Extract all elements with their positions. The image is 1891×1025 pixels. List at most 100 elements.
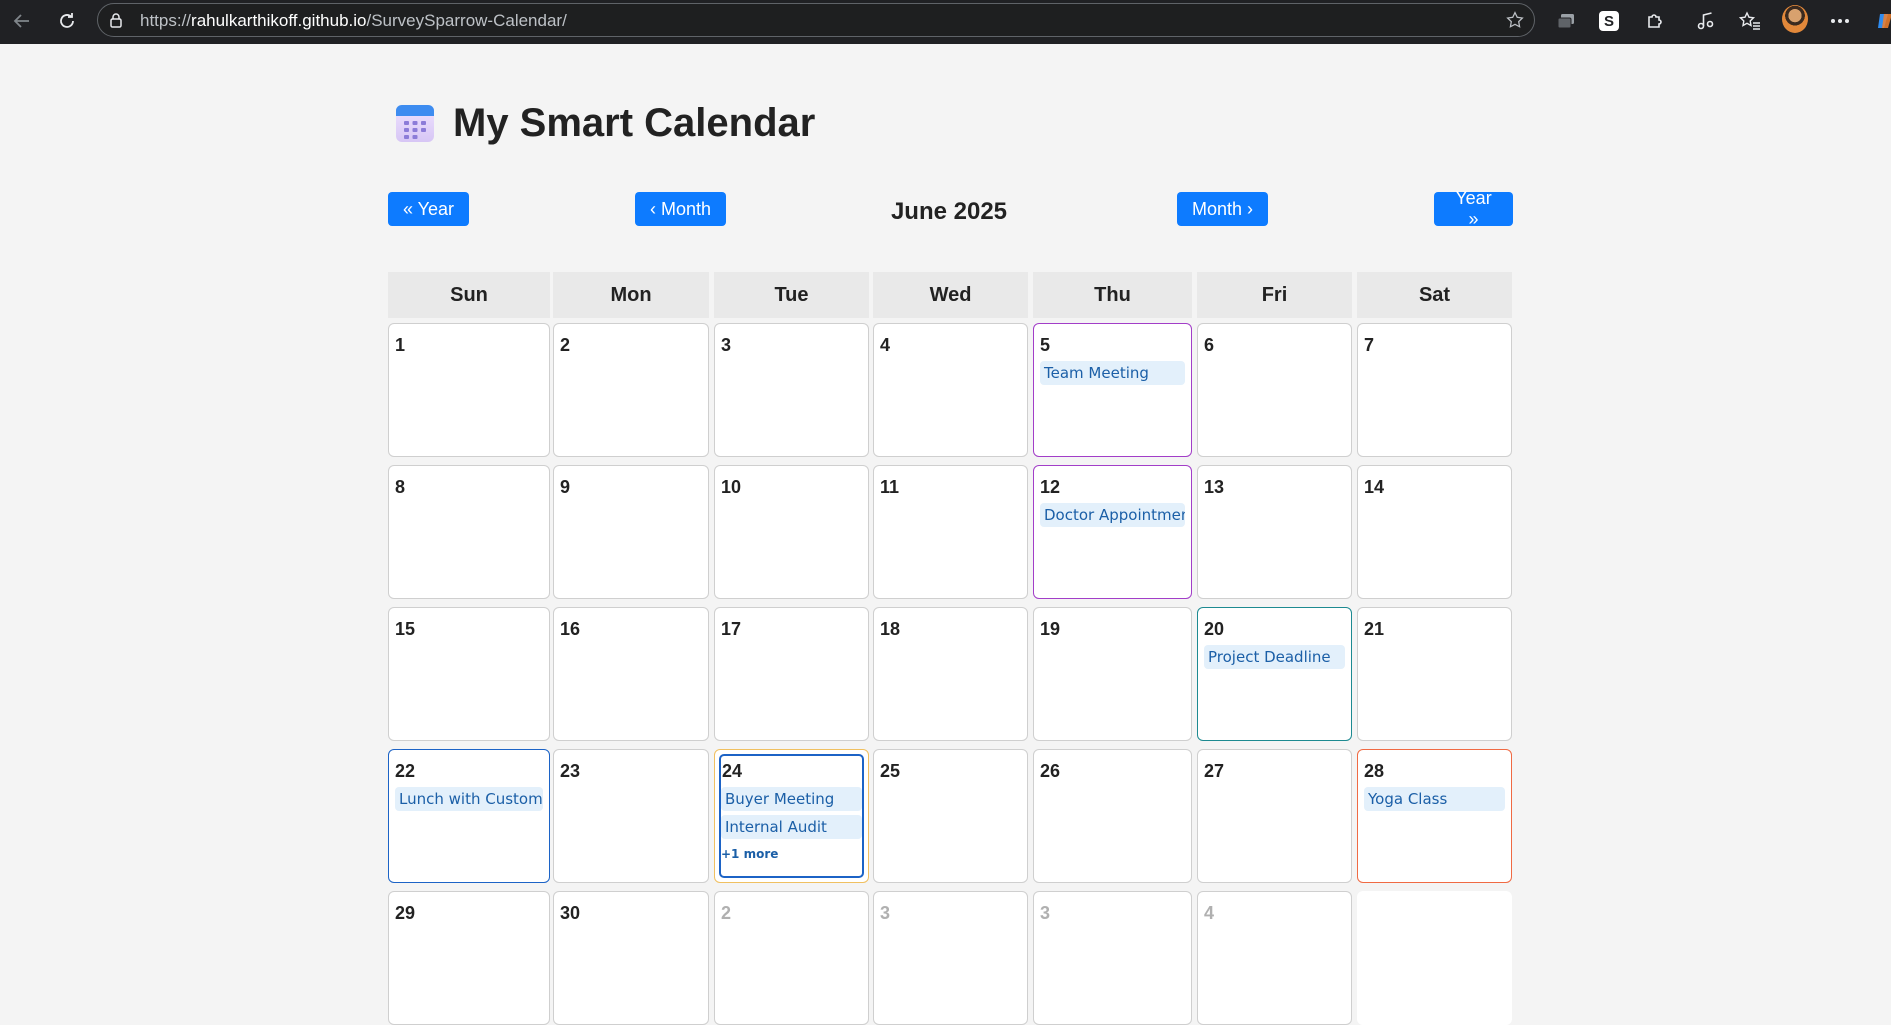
day-number: 8 xyxy=(395,477,406,497)
weekday-header-tue: Tue xyxy=(714,272,869,318)
day-cell[interactable]: 27 xyxy=(1197,749,1352,883)
day-number: 11 xyxy=(880,477,900,497)
day-number: 1 xyxy=(395,335,406,355)
day-cell[interactable]: 10 xyxy=(714,465,869,599)
page-title: My Smart Calendar xyxy=(453,100,816,145)
event-chip[interactable]: Buyer Meeting xyxy=(721,787,862,811)
day-cell[interactable]: 1 xyxy=(388,323,550,457)
extensions-puzzle-icon[interactable] xyxy=(1642,8,1668,34)
extension-s-label: S xyxy=(1599,11,1619,31)
next-year-button[interactable]: Year » xyxy=(1434,188,1513,229)
day-number: 10 xyxy=(721,477,742,497)
current-month-label: June 2025 xyxy=(890,198,1008,225)
weekday-header-sun: Sun xyxy=(388,272,550,318)
day-cell[interactable]: 8 xyxy=(388,465,550,599)
more-events-link[interactable]: +1 more xyxy=(721,847,778,861)
event-chip[interactable]: Yoga Class xyxy=(1364,787,1505,811)
day-cell-other-month[interactable]: 3 xyxy=(873,891,1028,1025)
day-number: 4 xyxy=(1204,903,1215,923)
day-cell-other-month[interactable]: 4 xyxy=(1197,891,1352,1025)
day-cell[interactable]: 29 xyxy=(388,891,550,1025)
day-number: 16 xyxy=(560,619,581,639)
day-cell[interactable]: 18 xyxy=(873,607,1028,741)
day-number: 24 xyxy=(722,761,743,781)
day-cell[interactable]: 26 xyxy=(1033,749,1192,883)
event-chip[interactable]: Team Meeting xyxy=(1040,361,1185,385)
day-number: 22 xyxy=(395,761,416,781)
day-number: 18 xyxy=(880,619,901,639)
day-cell[interactable]: 14 xyxy=(1357,465,1512,599)
back-icon[interactable] xyxy=(9,8,35,34)
event-chip[interactable]: Project Deadline xyxy=(1204,645,1345,669)
day-cell[interactable]: 22 Lunch with Customer xyxy=(388,749,550,883)
day-cell[interactable]: 30 xyxy=(553,891,709,1025)
browser-toolbar: https://rahulkarthikoff.github.io/Survey… xyxy=(0,0,1891,44)
more-menu-icon[interactable] xyxy=(1827,8,1853,34)
day-cell[interactable]: 2 xyxy=(553,323,709,457)
day-number: 3 xyxy=(1040,903,1051,923)
day-number: 5 xyxy=(1040,335,1051,355)
day-number: 25 xyxy=(880,761,901,781)
url-path: /SurveySparrow-Calendar/ xyxy=(366,11,567,30)
page-viewport: My Smart Calendar « Year ‹ Month June 20… xyxy=(3,44,1891,1025)
calendar-icon xyxy=(395,102,435,144)
day-cell[interactable]: 24 Buyer Meeting Internal Audit +1 more xyxy=(714,749,869,883)
weekday-header-sat: Sat xyxy=(1357,272,1512,318)
weekday-header-fri: Fri xyxy=(1197,272,1352,318)
day-number: 4 xyxy=(880,335,891,355)
day-number: 23 xyxy=(560,761,581,781)
day-cell-other-month[interactable]: 3 xyxy=(1033,891,1192,1025)
event-chip[interactable]: Internal Audit xyxy=(721,815,862,839)
day-cell[interactable]: 19 xyxy=(1033,607,1192,741)
url-scheme: https:// xyxy=(140,11,192,30)
day-number: 6 xyxy=(1204,335,1215,355)
day-number: 3 xyxy=(880,903,891,923)
day-cell[interactable]: 21 xyxy=(1357,607,1512,741)
day-cell[interactable]: 20 Project Deadline xyxy=(1197,607,1352,741)
day-cell[interactable]: 16 xyxy=(553,607,709,741)
day-cell[interactable]: 3 xyxy=(714,323,869,457)
day-number: 26 xyxy=(1040,761,1061,781)
day-cell[interactable]: 23 xyxy=(553,749,709,883)
day-cell[interactable]: 11 xyxy=(873,465,1028,599)
reload-icon[interactable] xyxy=(54,8,80,34)
copilot-icon[interactable] xyxy=(1872,8,1891,34)
weekday-header-mon: Mon xyxy=(553,272,709,318)
day-number: 2 xyxy=(721,903,732,923)
address-bar[interactable]: https://rahulkarthikoff.github.io/Survey… xyxy=(97,3,1535,37)
weekday-header-wed: Wed xyxy=(873,272,1028,318)
day-cell[interactable]: 13 xyxy=(1197,465,1352,599)
next-month-button[interactable]: Month › xyxy=(1177,192,1269,226)
day-number: 9 xyxy=(560,477,571,497)
day-cell[interactable]: 7 xyxy=(1357,323,1512,457)
day-number: 7 xyxy=(1364,335,1375,355)
day-cell[interactable]: 6 xyxy=(1197,323,1352,457)
media-control-icon[interactable] xyxy=(1692,8,1718,34)
day-cell-other-month[interactable]: 2 xyxy=(714,891,869,1025)
event-chip[interactable]: Lunch with Customer xyxy=(395,787,543,811)
profile-avatar[interactable] xyxy=(1782,5,1808,33)
url-host: rahulkarthikoff.github.io xyxy=(191,11,367,30)
day-cell-empty xyxy=(1357,891,1512,1025)
day-cell[interactable]: 17 xyxy=(714,607,869,741)
day-cell[interactable]: 5 Team Meeting xyxy=(1033,323,1192,457)
extension-s-icon[interactable]: S xyxy=(1596,8,1622,34)
day-number: 13 xyxy=(1204,477,1225,497)
day-number: 29 xyxy=(395,903,416,923)
day-number: 21 xyxy=(1364,619,1385,639)
tab-groups-icon[interactable] xyxy=(1553,8,1579,34)
day-cell[interactable]: 12 Doctor Appointment xyxy=(1033,465,1192,599)
day-number: 3 xyxy=(721,335,732,355)
favorites-list-icon[interactable] xyxy=(1737,8,1763,34)
day-cell[interactable]: 28 Yoga Class xyxy=(1357,749,1512,883)
day-cell[interactable]: 4 xyxy=(873,323,1028,457)
day-number: 28 xyxy=(1364,761,1385,781)
day-cell[interactable]: 9 xyxy=(553,465,709,599)
event-chip[interactable]: Doctor Appointment xyxy=(1040,503,1185,527)
day-number: 14 xyxy=(1364,477,1385,497)
site-info-icon[interactable] xyxy=(108,12,124,28)
favorite-star-icon[interactable] xyxy=(1506,11,1524,29)
day-cell[interactable]: 25 xyxy=(873,749,1028,883)
day-cell[interactable]: 15 xyxy=(388,607,550,741)
app-header: My Smart Calendar xyxy=(395,98,815,148)
